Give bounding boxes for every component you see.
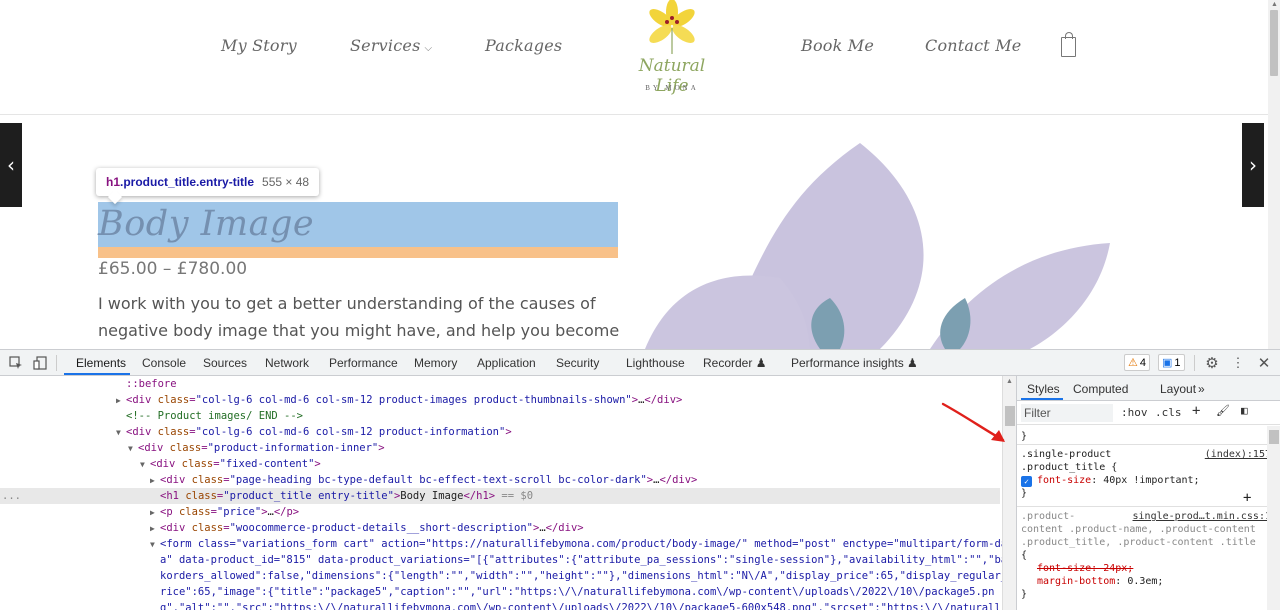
message-icon: ▣: [1162, 357, 1173, 369]
hover-state-toggle[interactable]: :hov: [1121, 406, 1148, 419]
scroll-up-icon[interactable]: ▲: [1271, 1, 1278, 8]
cart-icon[interactable]: [1061, 32, 1076, 57]
rule2-source-link[interactable]: single-prod…t.min.css:1: [1133, 510, 1271, 523]
nav-book-me[interactable]: Book Me: [801, 36, 874, 55]
active-tab-indicator: [1021, 398, 1063, 400]
product-description: I work with you to get a better understa…: [98, 294, 620, 349]
logo-subtitle: BY MONA: [645, 84, 699, 92]
css-close-brace: }: [1021, 431, 1028, 442]
styles-pane: Styles Computed Layout » :hov .cls + 🖌 ◧…: [1016, 376, 1280, 610]
red-annotation-arrow-icon: [941, 402, 1005, 442]
chevron-left-icon: ‹: [7, 153, 15, 177]
toolbar-divider: [1194, 355, 1195, 371]
tab-recorder[interactable]: Recorder ♟: [703, 356, 766, 370]
styles-filter-bar: :hov .cls + 🖌 ◧: [1017, 401, 1280, 425]
styles-filter-input[interactable]: [1021, 404, 1113, 422]
warnings-count: 4: [1139, 356, 1146, 369]
inspect-tooltip-dimensions: 555 × 48: [262, 175, 310, 189]
nav-services[interactable]: Services ⌵: [350, 36, 432, 55]
nav-services-label: Services: [350, 36, 421, 55]
rule-divider: [1017, 506, 1267, 507]
more-tabs-icon[interactable]: »: [1198, 382, 1205, 396]
inspect-tooltip-tag: h1: [106, 175, 121, 189]
class-toggle[interactable]: .cls: [1155, 406, 1182, 419]
inspect-tooltip-classes: .product_title.entry-title: [120, 175, 255, 189]
lotus-leaves-illustration: [645, 143, 1110, 349]
devtools-panel: Elements Console Sources Network Perform…: [0, 349, 1280, 610]
inspect-tooltip: h1 .product_title.entry-title 555 × 48: [96, 168, 320, 205]
rule-divider: [1017, 444, 1267, 445]
dom-node[interactable]: ▼ <div class="col-lg-6 col-md-6 col-sm-12…: [0, 424, 1000, 440]
device-toolbar-icon[interactable]: [32, 355, 48, 371]
dom-node-continuation[interactable]: rice":65,"image":{"title":"package5","ca…: [0, 584, 1000, 600]
dom-node[interactable]: ::before: [0, 376, 1000, 392]
tab-network[interactable]: Network: [265, 356, 309, 370]
tab-styles[interactable]: Styles: [1027, 382, 1060, 396]
devtools-tabbar: Elements Console Sources Network Perform…: [0, 350, 1280, 376]
tab-computed[interactable]: Computed: [1073, 382, 1128, 396]
page-scrollbar-thumb[interactable]: [1270, 10, 1278, 76]
chevron-down-icon: ⌵: [424, 43, 433, 54]
more-options-icon[interactable]: ⋮: [1230, 355, 1246, 371]
dom-tree[interactable]: ::before ▶ <div class="col-lg-6 col-md-6 …: [0, 376, 1002, 610]
dom-node[interactable]: ▼ <div class="product-information-inner">: [0, 440, 1000, 456]
product-price: £65.00 – £780.00: [98, 259, 248, 279]
dom-node[interactable]: ▼ <div class="fixed-content">: [0, 456, 1000, 472]
nav-contact-me[interactable]: Contact Me: [925, 36, 1021, 55]
dom-node-continuation[interactable]: g","alt":"","src":"https:\/\/naturallife…: [0, 600, 1002, 610]
paint-icon[interactable]: 🖌: [1216, 404, 1230, 417]
lily-flower-icon: [649, 0, 695, 54]
gear-icon[interactable]: ⚙: [1204, 355, 1220, 372]
styles-tabbar: Styles Computed Layout »: [1017, 376, 1280, 401]
property-checkbox[interactable]: ✓: [1021, 476, 1032, 487]
dom-node[interactable]: ▶ <div class="page-heading bc-type-defaul…: [0, 472, 1000, 488]
css-rule-2[interactable]: .product-single-prod…t.min.css:1 content…: [1021, 510, 1271, 601]
nav-my-story[interactable]: My Story: [221, 36, 297, 55]
messages-count: 1: [1174, 356, 1181, 369]
chevron-right-icon: ›: [1249, 153, 1257, 177]
tab-performance-insights[interactable]: Performance insights ♟: [791, 356, 918, 370]
dom-node[interactable]: ▶ <p class="price">…</p>: [0, 504, 1000, 520]
product-title: Body Image: [98, 204, 315, 244]
tab-layout[interactable]: Layout: [1160, 382, 1196, 396]
active-tab-indicator: [64, 373, 130, 375]
sidebar-toggle-icon[interactable]: ◧: [1241, 404, 1248, 417]
toolbar-divider: [56, 355, 57, 371]
tab-lighthouse[interactable]: Lighthouse: [626, 356, 685, 370]
styles-scrollbar-thumb[interactable]: [1269, 430, 1279, 444]
dom-node[interactable]: ▼ <form class="variations_form cart" acti…: [0, 536, 1002, 552]
dom-comment[interactable]: <!-- Product images/ END -->: [0, 408, 1000, 424]
tab-console[interactable]: Console: [142, 356, 186, 370]
dom-node[interactable]: ▶ <div class="col-lg-6 col-md-6 col-sm-12…: [0, 392, 1000, 408]
css-rule-1[interactable]: .single-product (index):157 .product_titl…: [1021, 448, 1271, 500]
messages-badge[interactable]: ▣ 1: [1158, 354, 1185, 371]
scroll-up-icon[interactable]: ▲: [1006, 378, 1013, 385]
nav-packages[interactable]: Packages: [485, 36, 562, 55]
close-icon[interactable]: ✕: [1256, 355, 1272, 372]
tab-application[interactable]: Application: [477, 356, 536, 370]
warning-icon: ⚠: [1128, 357, 1138, 369]
tab-sources[interactable]: Sources: [203, 356, 247, 370]
styles-scrollbar[interactable]: [1267, 426, 1280, 610]
tab-elements[interactable]: Elements: [76, 356, 126, 370]
slider-prev-button[interactable]: ‹: [0, 123, 22, 207]
inspect-element-icon[interactable]: [8, 355, 24, 371]
tab-security[interactable]: Security: [556, 356, 599, 370]
tab-performance[interactable]: Performance: [329, 356, 398, 370]
inspect-highlight-margin: [98, 247, 618, 258]
tab-memory[interactable]: Memory: [414, 356, 457, 370]
dom-node-continuation[interactable]: a" data-product_id="815" data-product_va…: [0, 552, 1002, 568]
site-logo[interactable]: Natural Life BY MONA: [620, 0, 724, 100]
dom-node-continuation[interactable]: korders_allowed":false,"dimensions":{"le…: [0, 568, 1002, 584]
rule1-source-link[interactable]: (index):157: [1205, 448, 1271, 461]
website-viewport: My Story Services ⌵ Packages Book Me Cont…: [0, 0, 1280, 349]
dom-node[interactable]: ▶ <div class="woocommerce-product-details…: [0, 520, 1000, 536]
dom-node-selected[interactable]: ... <h1 class="product_title entry-title"…: [0, 488, 1000, 504]
page-scrollbar[interactable]: ▲: [1268, 0, 1280, 349]
new-rule-button[interactable]: +: [1192, 403, 1200, 419]
header-divider: [0, 114, 1268, 115]
warnings-badge[interactable]: ⚠ 4: [1124, 354, 1150, 371]
slider-next-button[interactable]: ›: [1242, 123, 1264, 207]
